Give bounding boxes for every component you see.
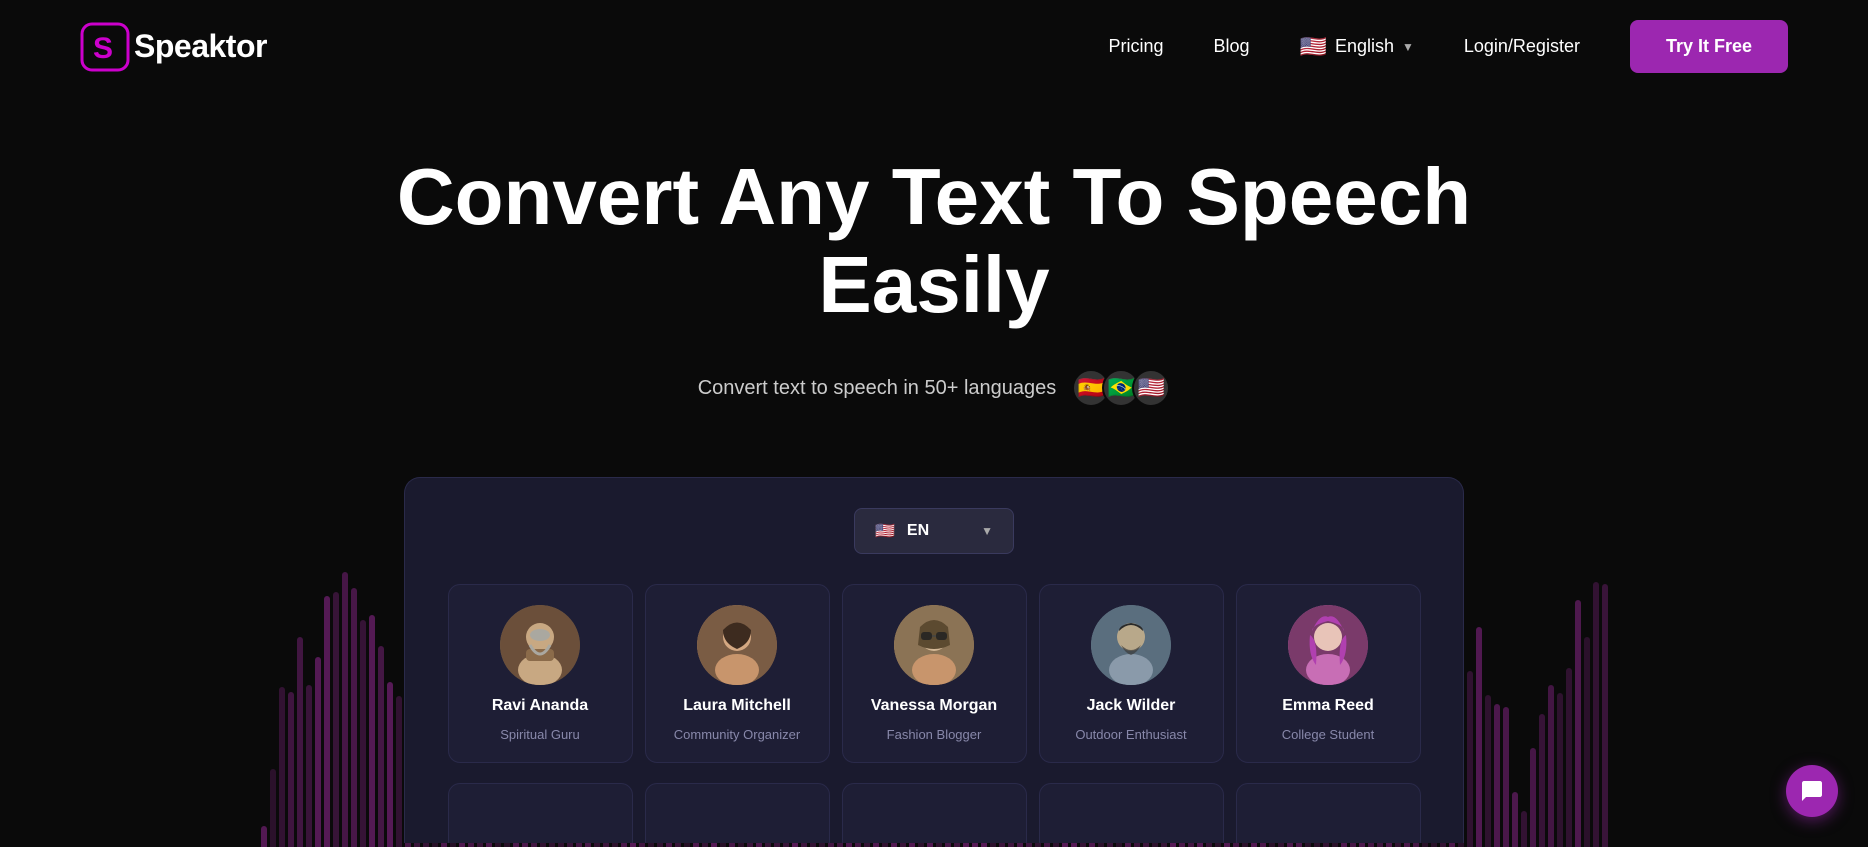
voice-name-ravi: Ravi Ananda (492, 697, 588, 715)
voice-card-partial (645, 783, 830, 843)
chat-widget[interactable] (1786, 765, 1838, 817)
try-it-free-button[interactable]: Try It Free (1630, 20, 1788, 73)
voice-role-emma: College Student (1282, 727, 1375, 742)
language-flags: 🇪🇸 🇧🇷 🇺🇸 (1072, 369, 1170, 407)
voice-role-ravi: Spiritual Guru (500, 727, 579, 742)
hero-subtitle: Convert text to speech in 50+ languages … (0, 369, 1868, 407)
app-mockup: 🇺🇸 EN ▼ Ravi Ananda Spiritual Guru Laura … (404, 477, 1464, 843)
nav-links: Pricing Blog 🇺🇸 English ▼ Login/Register… (1108, 20, 1788, 73)
voice-card-partial (842, 783, 1027, 843)
svg-text:S: S (93, 32, 113, 65)
avatar-vanessa (894, 605, 974, 685)
app-lang-text: EN (907, 522, 929, 540)
language-selector[interactable]: 🇺🇸 English ▼ (1300, 34, 1414, 60)
voice-card-vanessa[interactable]: Vanessa Morgan Fashion Blogger (842, 584, 1027, 763)
voice-role-laura: Community Organizer (674, 727, 800, 742)
voice-role-vanessa: Fashion Blogger (887, 727, 982, 742)
voices-grid-partial (425, 783, 1443, 843)
voice-card-partial (1236, 783, 1421, 843)
app-chevron-icon: ▼ (981, 524, 993, 538)
lang-flag-icon: 🇺🇸 (1300, 34, 1327, 60)
chat-icon (1800, 779, 1824, 803)
login-register-link[interactable]: Login/Register (1464, 36, 1580, 57)
logo-icon: S (80, 22, 130, 72)
voice-name-laura: Laura Mitchell (683, 697, 791, 715)
avatar-jack (1091, 605, 1171, 685)
voice-name-jack: Jack Wilder (1087, 697, 1176, 715)
voices-grid: Ravi Ananda Spiritual Guru Laura Mitchell… (425, 584, 1443, 773)
avatar-laura (697, 605, 777, 685)
voice-card-jack[interactable]: Jack Wilder Outdoor Enthusiast (1039, 584, 1224, 763)
voice-card-laura[interactable]: Laura Mitchell Community Organizer (645, 584, 830, 763)
voice-card-partial (1039, 783, 1224, 843)
avatar-ravi (500, 605, 580, 685)
hero-title: Convert Any Text To Speech Easily (384, 153, 1484, 329)
pricing-link[interactable]: Pricing (1108, 36, 1163, 57)
lang-label: English (1335, 36, 1394, 57)
voice-card-emma[interactable]: Emma Reed College Student (1236, 584, 1421, 763)
voice-name-vanessa: Vanessa Morgan (871, 697, 997, 715)
chevron-down-icon: ▼ (1402, 40, 1414, 54)
app-lang-dropdown[interactable]: 🇺🇸 EN ▼ (854, 508, 1014, 554)
hero-subtitle-text: Convert text to speech in 50+ languages (698, 377, 1057, 400)
avatar-emma (1288, 605, 1368, 685)
flag-usa: 🇺🇸 (1132, 369, 1170, 407)
blog-link[interactable]: Blog (1214, 36, 1250, 57)
voice-card-partial (448, 783, 633, 843)
app-flag-icon: 🇺🇸 (875, 521, 895, 541)
hero-section: Convert Any Text To Speech Easily Conver… (0, 93, 1868, 437)
voice-role-jack: Outdoor Enthusiast (1075, 727, 1186, 742)
logo-text: Speaktor (134, 28, 267, 65)
navbar: S Speaktor Pricing Blog 🇺🇸 English ▼ Log… (0, 0, 1868, 93)
voice-name-emma: Emma Reed (1282, 697, 1374, 715)
logo[interactable]: S Speaktor (80, 22, 267, 72)
voice-card-ravi[interactable]: Ravi Ananda Spiritual Guru (448, 584, 633, 763)
